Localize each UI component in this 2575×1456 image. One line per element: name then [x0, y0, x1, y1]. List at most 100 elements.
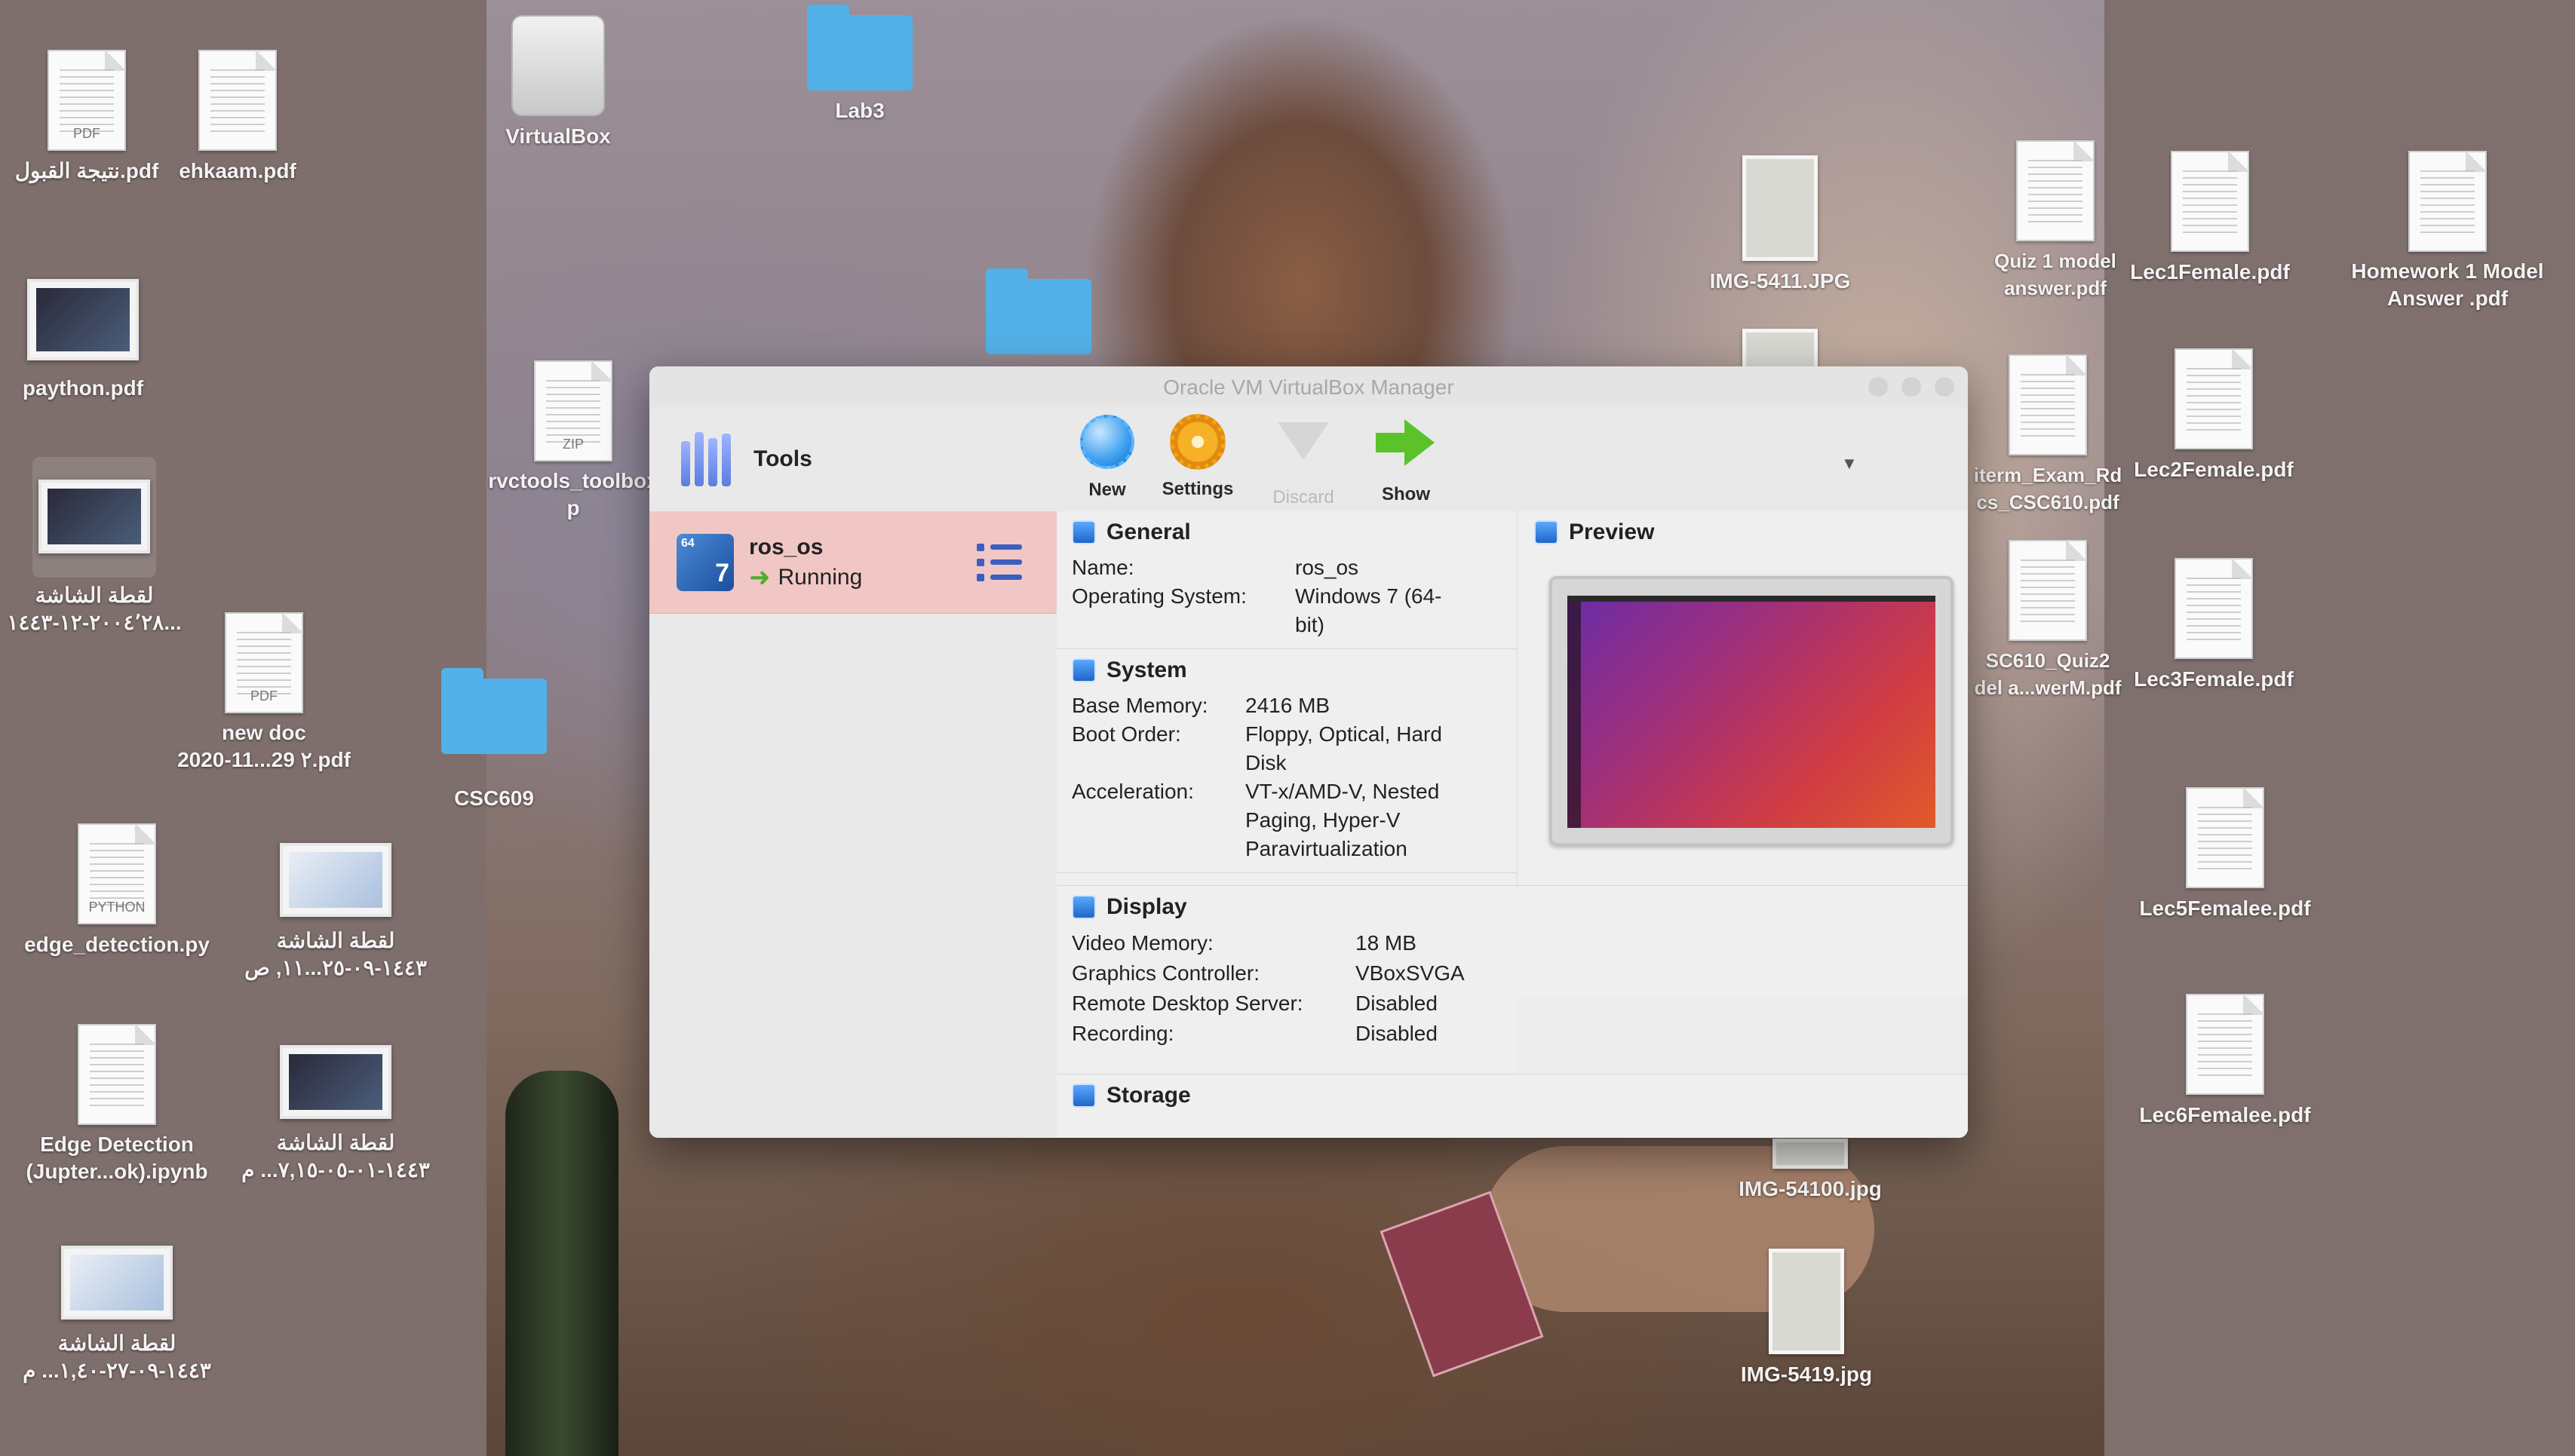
- icon-label-line2: ١٤٤٣-٠١-٠٥-٧,١٥... م: [241, 1158, 430, 1182]
- desktop-icon-lec1female[interactable]: Lec1Female.pdf: [2127, 151, 2293, 287]
- show-button[interactable]: Show: [1357, 412, 1455, 505]
- icon-label: Lec1Female.pdf: [2130, 260, 2290, 284]
- storage-section-icon: [1072, 1084, 1096, 1108]
- discard-button[interactable]: Discard: [1254, 412, 1352, 508]
- boot-order-label: Boot Order:: [1072, 722, 1181, 746]
- icon-label: Homework 1 Model: [2351, 259, 2544, 283]
- preview-section-title[interactable]: Preview: [1569, 520, 1654, 545]
- minimize-button[interactable]: [1901, 377, 1921, 397]
- pdf-file-icon: [2171, 151, 2249, 252]
- discard-arrow-icon: [1278, 422, 1329, 460]
- screenshot-thumbnail-icon: [280, 843, 391, 917]
- icon-label: IMG-54100.jpg: [1739, 1177, 1882, 1200]
- desktop-icon-midterm-exam[interactable]: iterm_Exam_Rd cs_CSC610.pdf: [1961, 354, 2135, 516]
- desktop-icon-acceptance-pdf[interactable]: PDF نتيجة القبول.pdf: [8, 50, 166, 185]
- image-file-icon: [1769, 1249, 1844, 1354]
- system-section-title[interactable]: System: [1106, 657, 1187, 683]
- icon-label-line2: ١٤٤٣-٠٩-٢٥...١١, ص: [244, 956, 427, 979]
- icon-label: لقطة الشاشة: [35, 584, 154, 607]
- new-vm-icon: [1080, 415, 1134, 469]
- preview-section-icon: [1534, 520, 1558, 544]
- window-titlebar[interactable]: Oracle VM VirtualBox Manager: [649, 366, 1968, 408]
- icon-label: rvctools_toolbox: [488, 469, 658, 492]
- new-button[interactable]: New: [1058, 412, 1156, 501]
- desktop-icon-virtualbox[interactable]: VirtualBox: [490, 15, 626, 151]
- storage-section-title[interactable]: Storage: [1106, 1083, 1191, 1108]
- vm-preview-topbar: [1567, 596, 1935, 602]
- icon-label: VirtualBox: [505, 124, 611, 148]
- preview-section: Preview: [1517, 511, 1968, 885]
- display-section: Display Video Memory: 18 MB Graphics Cont…: [1057, 885, 1968, 1045]
- machine-list-pane: Tools 64 7 ros_os ➜ Running: [649, 407, 1058, 1138]
- gear-icon: [1170, 414, 1226, 470]
- remote-desktop-value: Disabled: [1355, 992, 1438, 1015]
- tools-item[interactable]: Tools: [649, 407, 1057, 512]
- desktop-icon-lab3[interactable]: Lab3: [792, 5, 928, 125]
- icon-label-line2: 2020-11...29 ٢.pdf: [177, 748, 351, 771]
- desktop-icon-img-5419[interactable]: IMG-5419.jpg: [1712, 1249, 1901, 1389]
- desktop-icon-screenshot-selected[interactable]: لقطة الشاشة ٢٠٠٤٬٢٨-١٢-١٤٤٣...: [0, 457, 189, 636]
- window-controls: [1868, 377, 1954, 397]
- folder-icon: [441, 668, 547, 754]
- desktop-icon-edge-detection-py[interactable]: PYTHON edge_detection.py: [8, 823, 226, 959]
- icon-label: Edge Detection: [40, 1133, 194, 1156]
- desktop-icon-img-54100[interactable]: IMG-54100.jpg: [1712, 1139, 1908, 1203]
- settings-button[interactable]: Settings: [1149, 412, 1247, 500]
- pdf-file-icon: PDF: [48, 50, 126, 151]
- remote-desktop-label: Remote Desktop Server:: [1072, 992, 1303, 1015]
- icon-label: edge_detection.py: [24, 933, 210, 956]
- tools-label: Tools: [753, 446, 812, 471]
- icon-label-line2: (Jupter...ok).ipynb: [26, 1160, 208, 1183]
- vm-preview-screen[interactable]: [1549, 576, 1954, 846]
- pdf-file-icon: [2016, 140, 2095, 241]
- wallpaper-bottle: [505, 1071, 618, 1456]
- desktop-icon-lec6femalee[interactable]: Lec6Femalee.pdf: [2127, 994, 2323, 1130]
- desktop-icon-edge-detection-ipynb[interactable]: Edge Detection (Jupter...ok).ipynb: [0, 1024, 234, 1185]
- python-file-icon: PYTHON: [78, 823, 156, 924]
- desktop-icon-quiz1-model-answer[interactable]: Quiz 1 model answer.pdf: [1969, 140, 2142, 302]
- icon-label: CSC609: [454, 786, 534, 810]
- icon-label: IMG-5419.jpg: [1740, 1363, 1873, 1386]
- machine-menu-list-icon[interactable]: [977, 542, 1022, 583]
- desktop-icon-screenshot-4[interactable]: لقطة الشاشة ١٤٤٣-٠٩-٢٧-١,٤٠... م: [0, 1246, 234, 1384]
- desktop-icon-lec3female[interactable]: Lec3Female.pdf: [2127, 558, 2300, 694]
- icon-label: نتيجة القبول.pdf: [14, 159, 159, 182]
- close-button[interactable]: [1868, 377, 1888, 397]
- display-section-title[interactable]: Display: [1106, 894, 1187, 920]
- desktop-icon-lec2female[interactable]: Lec2Female.pdf: [2127, 348, 2300, 484]
- desktop-icon-paython-pdf[interactable]: paython.pdf: [15, 279, 151, 403]
- pdf-file-icon: [2174, 558, 2253, 659]
- pdf-file-icon: [2009, 354, 2087, 455]
- recording-label: Recording:: [1072, 1022, 1174, 1045]
- zoom-button[interactable]: [1935, 377, 1954, 397]
- vm-list-item-ros-os[interactable]: 64 7 ros_os ➜ Running: [649, 512, 1057, 614]
- show-arrow-icon: [1376, 419, 1436, 466]
- desktop-icon-lec5femalee[interactable]: Lec5Femalee.pdf: [2127, 787, 2323, 923]
- desktop-icon-ehkaam-pdf[interactable]: ehkaam.pdf: [166, 50, 309, 185]
- icon-label: Lec2Female.pdf: [2134, 458, 2294, 481]
- base-memory-value: 2416 MB: [1245, 694, 1330, 717]
- windows7-vm-icon: 64 7: [677, 534, 734, 591]
- general-section-title[interactable]: General: [1106, 520, 1191, 545]
- graphics-controller-label: Graphics Controller:: [1072, 961, 1260, 985]
- desktop-icon-screenshot-3[interactable]: لقطة الشاشة ١٤٤٣-٠١-٠٥-٧,١٥... م: [219, 1045, 453, 1184]
- desktop-icon-homework1-model-answer[interactable]: Homework 1 Model Answer .pdf: [2338, 151, 2557, 312]
- desktop-icon-csc610-quiz2[interactable]: SC610_Quiz2 del a...werM.pdf: [1961, 540, 2135, 701]
- recording-value: Disabled: [1355, 1022, 1438, 1045]
- show-dropdown-caret-icon[interactable]: ▼: [1841, 454, 1858, 474]
- desktop-icon-rvctools-zip[interactable]: ZIP rvctools_toolbox p: [468, 360, 679, 522]
- desktop-icon-screenshot-2[interactable]: لقطة الشاشة ١٤٤٣-٠٩-٢٥...١١, ص: [219, 843, 453, 982]
- new-button-label: New: [1088, 480, 1126, 500]
- icon-label-line2: answer.pdf: [2004, 277, 2107, 299]
- icon-label: لقطة الشاشة: [57, 1332, 176, 1355]
- pdf-thumbnail-icon: [27, 279, 139, 360]
- icon-label: IMG-5411.JPG: [1709, 269, 1851, 293]
- desktop-icon-img-5411[interactable]: IMG-5411.JPG: [1690, 155, 1871, 296]
- desktop-icon-folder-behind-window[interactable]: [982, 268, 1095, 354]
- main-toolbar: New Settings Discard Show ▼: [1057, 407, 1968, 512]
- vm-name: ros_os: [749, 535, 824, 559]
- desktop-icon-new-doc[interactable]: PDF new doc 2020-11...29 ٢.pdf: [151, 612, 377, 774]
- desktop-icon-csc609[interactable]: CSC609: [426, 668, 562, 813]
- image-file-icon: [1742, 155, 1818, 261]
- running-arrow-icon: ➜: [749, 563, 771, 592]
